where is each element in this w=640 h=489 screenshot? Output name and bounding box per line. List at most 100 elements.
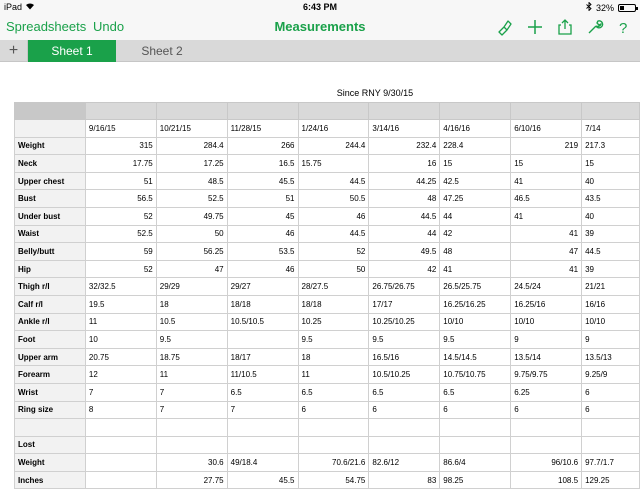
table-cell[interactable]: 9.5 [297,330,370,349]
table-cell[interactable]: 10.75/10.75 [439,365,512,384]
table-cell[interactable]: 9.5 [368,330,441,349]
table-cell[interactable]: 10.5 [155,312,228,332]
table-cell[interactable]: 11 [84,312,157,332]
tab-sheet-1[interactable]: Sheet 1 [28,40,116,62]
table-cell[interactable]: 44.5 [368,206,441,226]
row-label-cell[interactable]: Weight [14,136,86,156]
share-icon[interactable] [556,18,574,36]
table-cell[interactable] [226,435,299,455]
table-cell[interactable]: 30.6 [155,453,228,472]
column-header-cell[interactable] [368,102,441,120]
table-cell[interactable]: 39 [581,259,640,279]
table-cell[interactable]: 19.5 [84,294,157,314]
table-cell[interactable]: 10/10 [510,312,583,332]
table-cell[interactable]: 48 [439,242,512,261]
table-cell[interactable]: 53.5 [226,242,299,261]
add-sheet-button[interactable]: + [0,40,28,62]
table-cell[interactable]: 11 [155,365,228,384]
table-cell[interactable]: 47.25 [439,189,512,208]
table-cell[interactable] [84,435,157,455]
table-cell[interactable]: 44.25 [368,171,441,191]
column-header-cell[interactable] [84,102,157,120]
table-cell[interactable]: 45 [226,206,299,226]
table-cell[interactable]: 10.5/10.5 [226,312,299,332]
format-brush-icon[interactable] [496,18,514,36]
row-label-cell[interactable]: Calf r/l [14,294,86,314]
row-label-cell[interactable]: Upper chest [14,171,86,191]
table-cell[interactable]: 17.25 [155,154,228,173]
table-cell[interactable]: 26.75/26.75 [368,277,441,296]
table-cell[interactable]: 46 [226,224,299,244]
table-cell[interactable]: 20.75 [84,347,157,367]
table-cell[interactable]: 4/16/16 [439,119,512,138]
table-cell[interactable]: 15 [439,154,512,173]
table-cell[interactable]: 9.25/9 [581,365,640,384]
column-header-cell[interactable] [155,102,228,120]
table-cell[interactable]: 46 [226,259,299,279]
table-cell[interactable]: 6.5 [439,382,512,402]
table-cell[interactable]: 9.5 [155,330,228,349]
table-cell[interactable]: 219 [510,136,583,156]
table-cell[interactable]: 28/27.5 [297,277,370,296]
table-cell[interactable] [84,418,157,437]
table-cell[interactable]: 16.25/16 [510,294,583,314]
table-cell[interactable]: 27.75 [155,470,228,489]
table-cell[interactable]: 46 [297,206,370,226]
table-cell[interactable]: 3/14/16 [368,119,441,138]
table-cell[interactable]: 10.5/10.25 [368,365,441,384]
row-label-cell[interactable]: Lost [14,435,86,455]
table-cell[interactable] [581,418,640,437]
table-cell[interactable]: 54.75 [297,470,370,489]
table-cell[interactable]: 44 [439,206,512,226]
table-cell[interactable]: 284.4 [155,136,228,156]
table-cell[interactable]: 42.5 [439,171,512,191]
table-cell[interactable]: 43.5 [581,189,640,208]
table-cell[interactable]: 49.5 [368,242,441,261]
table-cell[interactable] [155,418,228,437]
table-cell[interactable]: 41 [510,259,583,279]
table-cell[interactable] [226,330,299,349]
table-cell[interactable]: 40 [581,171,640,191]
table-cell[interactable]: 45.5 [226,470,299,489]
table-cell[interactable]: 9/16/15 [84,119,157,138]
table-cell[interactable]: 17/17 [368,294,441,314]
table-cell[interactable]: 47 [510,242,583,261]
table-cell[interactable]: 1/24/16 [297,119,370,138]
table-cell[interactable]: 12 [84,365,157,384]
table-cell[interactable]: 15 [581,154,640,173]
table-cell[interactable]: 41 [510,206,583,226]
table-cell[interactable]: 42 [368,259,441,279]
row-label-cell[interactable]: Inches [14,470,86,489]
table-cell[interactable]: 217.3 [581,136,640,156]
table-cell[interactable]: 15 [510,154,583,173]
table-cell[interactable]: 13.5/13 [581,347,640,367]
table-cell[interactable]: 18/17 [226,347,299,367]
column-header-cell[interactable] [226,102,299,120]
table-cell[interactable]: 6/10/16 [510,119,583,138]
column-header-cell[interactable] [297,102,370,120]
table-cell[interactable]: 17.75 [84,154,157,173]
corner-cell[interactable] [14,102,86,120]
table-cell[interactable] [297,418,370,437]
table-cell[interactable]: 18/18 [297,294,370,314]
table-cell[interactable]: 16/16 [581,294,640,314]
table-cell[interactable]: 44 [368,224,441,244]
table-cell[interactable] [368,418,441,437]
table-cell[interactable] [155,435,228,455]
row-label-cell[interactable]: Foot [14,330,86,349]
table-cell[interactable]: 7 [155,382,228,402]
table-cell[interactable]: 40 [581,206,640,226]
table-cell[interactable]: 10 [84,330,157,349]
row-label-cell[interactable]: Wrist [14,382,86,402]
table-cell[interactable]: 52.5 [155,189,228,208]
table-cell[interactable]: 13.5/14 [510,347,583,367]
row-label-cell[interactable]: Belly/butt [14,242,86,261]
table-cell[interactable]: 7 [155,400,228,420]
table-cell[interactable] [84,453,157,472]
table-cell[interactable]: 52.5 [84,224,157,244]
table-cell[interactable]: 32/32.5 [84,277,157,296]
table-cell[interactable]: 7/14 [581,119,640,138]
table-cell[interactable]: 86.6/4 [439,453,512,472]
table-cell[interactable]: 18.75 [155,347,228,367]
table-cell[interactable]: 29/29 [155,277,228,296]
